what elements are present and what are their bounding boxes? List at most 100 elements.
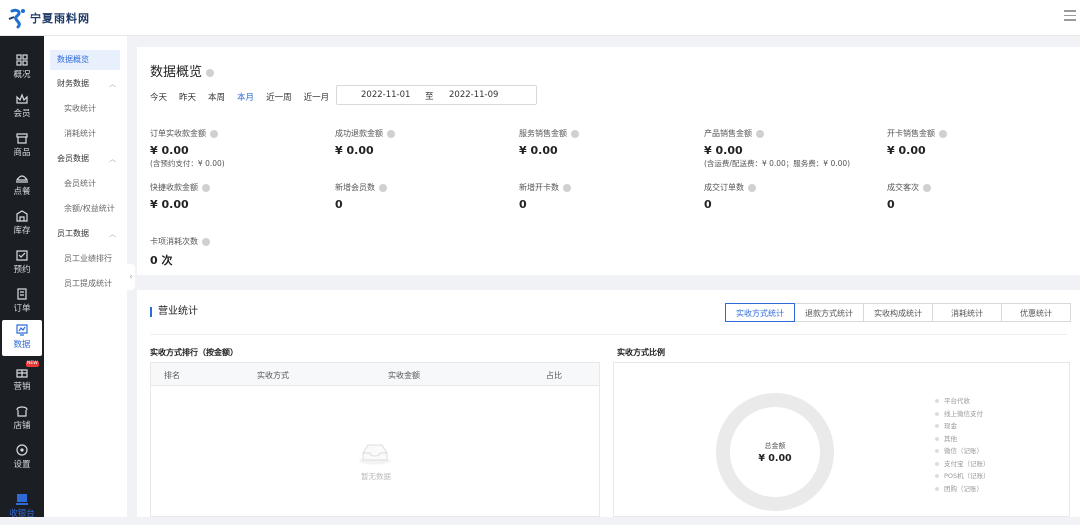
subnav-staff-rank[interactable]: 员工业绩排行 — [50, 249, 120, 269]
nav-item-overview[interactable]: 概况 — [0, 50, 44, 86]
help-icon[interactable] — [756, 129, 764, 138]
nav-item-store[interactable]: 店铺 — [0, 401, 44, 437]
help-icon[interactable] — [202, 183, 210, 192]
nav-item-cashier[interactable]: 收银台 — [0, 489, 44, 525]
subnav-revenue[interactable]: 实收统计 — [50, 99, 120, 119]
legend-item[interactable]: 微信（记账） — [934, 445, 990, 458]
nav-item-marketing[interactable]: NEW 营销 — [0, 361, 44, 398]
nav-item-goods[interactable]: 商品 — [0, 128, 44, 164]
legend-item[interactable]: 支付宝（记账） — [934, 458, 990, 471]
help-icon[interactable] — [571, 129, 579, 138]
metric-label: 快捷收款金额 — [150, 182, 330, 193]
subnav-consume[interactable]: 消耗统计 — [50, 124, 120, 144]
calendar-check-icon — [16, 250, 28, 261]
subnav-staff-commission[interactable]: 员工提成统计 — [50, 274, 120, 294]
legend-item[interactable]: 其他 — [934, 433, 990, 446]
empty-inbox-icon — [359, 444, 391, 465]
subnav-overview[interactable]: 数据概览 — [50, 50, 120, 70]
range-today[interactable]: 今天 — [150, 91, 167, 103]
column-header: 实收方式 — [257, 371, 289, 380]
metric-value: 0 — [887, 198, 895, 211]
chevron-up-icon: ︿ — [109, 80, 116, 88]
help-icon[interactable] — [206, 68, 215, 77]
nav-label: 数据 — [13, 340, 31, 350]
metric-value: ¥ 0.00 — [150, 198, 189, 211]
nav-label: 收银台 — [9, 509, 35, 519]
nav-item-booking[interactable]: 预约 — [0, 245, 44, 281]
legend-item[interactable]: 团购（记账） — [934, 483, 990, 496]
help-icon[interactable] — [939, 129, 947, 138]
nav-item-order-food[interactable]: 点餐 — [0, 167, 44, 203]
help-icon[interactable] — [379, 183, 387, 192]
legend-item[interactable]: 平台代收 — [934, 395, 990, 408]
subnav-group-finance[interactable]: 财务数据 ︿ — [50, 74, 120, 94]
rank-title: 实收方式排行（按金额） — [150, 348, 238, 357]
nav-item-orders[interactable]: 订单 — [0, 284, 44, 320]
group-label: 财务数据 — [57, 79, 89, 88]
help-icon[interactable] — [748, 183, 756, 192]
help-icon[interactable] — [202, 237, 210, 246]
subnav-group-member[interactable]: 会员数据 ︿ — [50, 149, 120, 169]
subnav-balance[interactable]: 余额/权益统计 — [50, 199, 120, 219]
help-icon[interactable] — [210, 129, 218, 138]
hamburger-menu-icon[interactable] — [1064, 10, 1076, 21]
date-separator: 至 — [425, 92, 434, 102]
tab-consumption[interactable]: 消耗统计 — [932, 303, 1002, 322]
nav-item-member[interactable]: 会员 — [0, 89, 44, 125]
metric-value: 0 — [704, 198, 712, 211]
grid-icon — [16, 54, 28, 66]
metric-value: ¥ 0.00 — [519, 144, 558, 157]
donut-total-value: ¥ 0.00 — [758, 453, 792, 464]
help-icon[interactable] — [923, 183, 931, 192]
metric-label: 新增会员数 — [335, 182, 515, 193]
tab-revenue-composition[interactable]: 实收构成统计 — [863, 303, 933, 322]
date-range-picker[interactable]: 2022-11-01 至 2022-11-09 — [336, 85, 537, 105]
collapse-sidebar-button[interactable]: ‹ — [127, 264, 135, 290]
tab-refund-method[interactable]: 退款方式统计 — [794, 303, 864, 322]
cashier-icon — [16, 494, 28, 505]
metric-customers: 成交客次 0 — [887, 182, 1067, 211]
metric-note: (含预约支付：¥ 0.00) — [150, 159, 225, 168]
nav-item-data[interactable]: 数据 — [2, 320, 42, 356]
nav-label: 点餐 — [13, 187, 31, 197]
group-label: 会员数据 — [57, 154, 89, 163]
chart-monitor-icon — [16, 324, 28, 336]
help-icon[interactable] — [563, 183, 571, 192]
range-last-month[interactable]: 近一月 — [304, 91, 330, 103]
logo-text: 宁夏雨料网 — [30, 12, 90, 25]
ratio-title: 实收方式比例 — [617, 348, 665, 357]
shop-icon — [16, 133, 28, 144]
subnav-member-stats[interactable]: 会员统计 — [50, 174, 120, 194]
metric-refund: 成功退款金额 ¥ 0.00 — [335, 128, 515, 157]
metric-label: 成交订单数 — [704, 182, 884, 193]
tab-revenue-method[interactable]: 实收方式统计 — [725, 303, 795, 322]
nav-item-settings[interactable]: 设置 — [0, 440, 44, 476]
store-icon — [16, 406, 28, 417]
metric-label: 成功退款金额 — [335, 128, 515, 139]
ratio-chart: 总金额 ¥ 0.00 平台代收 线上微信支付 现金 其他 微信（记账） 支付宝（… — [613, 362, 1070, 517]
range-yesterday[interactable]: 昨天 — [179, 91, 196, 103]
table-header: 排名 实收方式 实收金额 占比 — [151, 363, 599, 386]
range-last-week[interactable]: 近一周 — [266, 91, 292, 103]
range-this-week[interactable]: 本周 — [208, 91, 225, 103]
column-header: 占比 — [546, 371, 562, 380]
nav-label: 会员 — [13, 109, 31, 119]
nav-label: 概况 — [13, 70, 31, 80]
nav-item-inventory[interactable]: 库存 — [0, 206, 44, 242]
tab-discount[interactable]: 优惠统计 — [1001, 303, 1071, 322]
legend-item[interactable]: 现金 — [934, 420, 990, 433]
date-start[interactable]: 2022-11-01 — [361, 90, 410, 100]
dish-icon — [15, 175, 29, 183]
range-this-month[interactable]: 本月 — [237, 91, 254, 103]
nav-label: 库存 — [13, 226, 31, 236]
legend-item[interactable]: 线上微信支付 — [934, 408, 990, 421]
help-icon[interactable] — [387, 129, 395, 138]
legend-item[interactable]: POS机（记账） — [934, 470, 990, 483]
logo[interactable]: 宁夏雨料网 — [8, 7, 90, 29]
page-title-text: 数据概览 — [150, 65, 203, 80]
metric-quick-pay: 快捷收款金额 ¥ 0.00 — [150, 182, 330, 211]
subnav-group-staff[interactable]: 员工数据 ︿ — [50, 224, 120, 244]
section-title: 营业统计 — [150, 307, 198, 317]
date-end[interactable]: 2022-11-09 — [449, 90, 498, 100]
overview-card: 数据概览 今天 昨天 本周 本月 近一周 近一月 2022-11-01 至 20… — [137, 47, 1080, 275]
